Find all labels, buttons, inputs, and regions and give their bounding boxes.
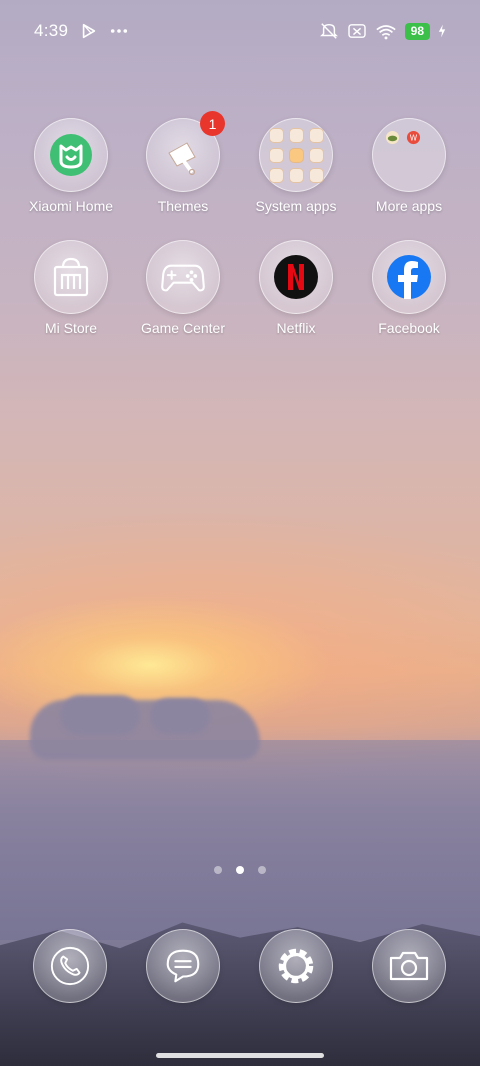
themes-icon[interactable]: 1 bbox=[146, 111, 225, 192]
settings-icon[interactable] bbox=[259, 929, 333, 1003]
no-sim-icon bbox=[347, 24, 366, 38]
page-dot[interactable] bbox=[214, 866, 222, 874]
app-label: Game Center bbox=[140, 320, 226, 336]
app-facebook[interactable]: Facebook bbox=[353, 240, 465, 340]
home-indicator[interactable] bbox=[156, 1053, 324, 1058]
folder-preview: W bbox=[385, 130, 421, 145]
app-game-center[interactable]: Game Center bbox=[127, 240, 239, 340]
facebook-icon[interactable] bbox=[372, 240, 446, 314]
app-xiaomi-home[interactable]: Xiaomi Home bbox=[15, 118, 127, 218]
app-mi-store[interactable]: Mi Store bbox=[15, 240, 127, 340]
facebook-glyph bbox=[387, 255, 431, 299]
xiaomi-home-icon[interactable] bbox=[34, 118, 108, 192]
folder-icon[interactable]: W bbox=[372, 118, 446, 192]
chat-bubble-glyph bbox=[166, 949, 200, 983]
folder-more-apps[interactable]: W More apps bbox=[353, 118, 465, 218]
page-dot-active[interactable] bbox=[236, 866, 244, 874]
camera-icon[interactable] bbox=[372, 929, 446, 1003]
clock: 4:39 bbox=[34, 21, 69, 40]
mini-app-icon bbox=[288, 127, 304, 143]
app-themes[interactable]: 1 Themes bbox=[127, 111, 239, 218]
paintbrush-glyph bbox=[168, 142, 196, 176]
camera-glyph bbox=[389, 951, 429, 981]
netflix-icon[interactable] bbox=[259, 240, 333, 314]
svg-text:W: W bbox=[410, 133, 418, 142]
page-indicator[interactable] bbox=[0, 866, 480, 874]
gear-glyph bbox=[278, 948, 314, 984]
dock-settings[interactable] bbox=[259, 929, 333, 1003]
phone-icon[interactable] bbox=[33, 929, 107, 1003]
dock-camera[interactable] bbox=[372, 929, 446, 1003]
xiaomi-home-glyph bbox=[50, 134, 92, 176]
app-label: More apps bbox=[375, 198, 443, 214]
wifi-icon bbox=[375, 24, 396, 39]
gamepad-glyph bbox=[161, 264, 205, 292]
status-bar: 4:39 98 bbox=[0, 0, 480, 62]
app-label: Facebook bbox=[378, 320, 440, 336]
notification-badge: 1 bbox=[200, 111, 225, 136]
mini-app-icon bbox=[308, 147, 324, 163]
mini-app-icon bbox=[308, 167, 324, 183]
mini-app-icon bbox=[268, 167, 284, 183]
more-dots-icon bbox=[111, 29, 128, 33]
shopping-bag-glyph bbox=[53, 257, 89, 297]
messages-icon[interactable] bbox=[146, 929, 220, 1003]
gamepad-icon[interactable] bbox=[146, 240, 220, 314]
mini-app-icon bbox=[308, 127, 324, 143]
mi-store-icon[interactable] bbox=[34, 240, 108, 314]
app-label: Xiaomi Home bbox=[28, 198, 114, 214]
app-label: Netflix bbox=[276, 320, 316, 336]
page-dot[interactable] bbox=[258, 866, 266, 874]
dock-messages[interactable] bbox=[146, 929, 220, 1003]
folder-system-apps[interactable]: System apps bbox=[240, 118, 352, 218]
charging-icon bbox=[438, 24, 446, 38]
mini-app-icon bbox=[268, 127, 284, 143]
mini-app-icon bbox=[268, 147, 284, 163]
battery-level: 98 bbox=[404, 22, 430, 40]
cloud-puff bbox=[60, 695, 140, 735]
app-label: Mi Store bbox=[44, 320, 98, 336]
app-label: Themes bbox=[157, 198, 209, 214]
mini-app-icon: W bbox=[406, 130, 421, 145]
mini-app-icon bbox=[288, 147, 304, 163]
app-label: System apps bbox=[255, 198, 337, 214]
status-left: 4:39 bbox=[34, 21, 128, 41]
mute-icon bbox=[319, 23, 338, 39]
folder-icon[interactable] bbox=[259, 118, 333, 192]
netflix-glyph bbox=[274, 255, 318, 299]
dock-phone[interactable] bbox=[33, 929, 107, 1003]
phone-glyph bbox=[50, 946, 90, 986]
play-store-icon bbox=[83, 23, 96, 39]
app-netflix[interactable]: Netflix bbox=[240, 240, 352, 340]
folder-preview bbox=[268, 127, 324, 183]
mini-app-icon bbox=[385, 130, 400, 145]
cloud-puff bbox=[150, 698, 210, 734]
status-right: 98 bbox=[319, 22, 446, 40]
fog-layer bbox=[0, 740, 480, 940]
mini-app-icon bbox=[288, 167, 304, 183]
